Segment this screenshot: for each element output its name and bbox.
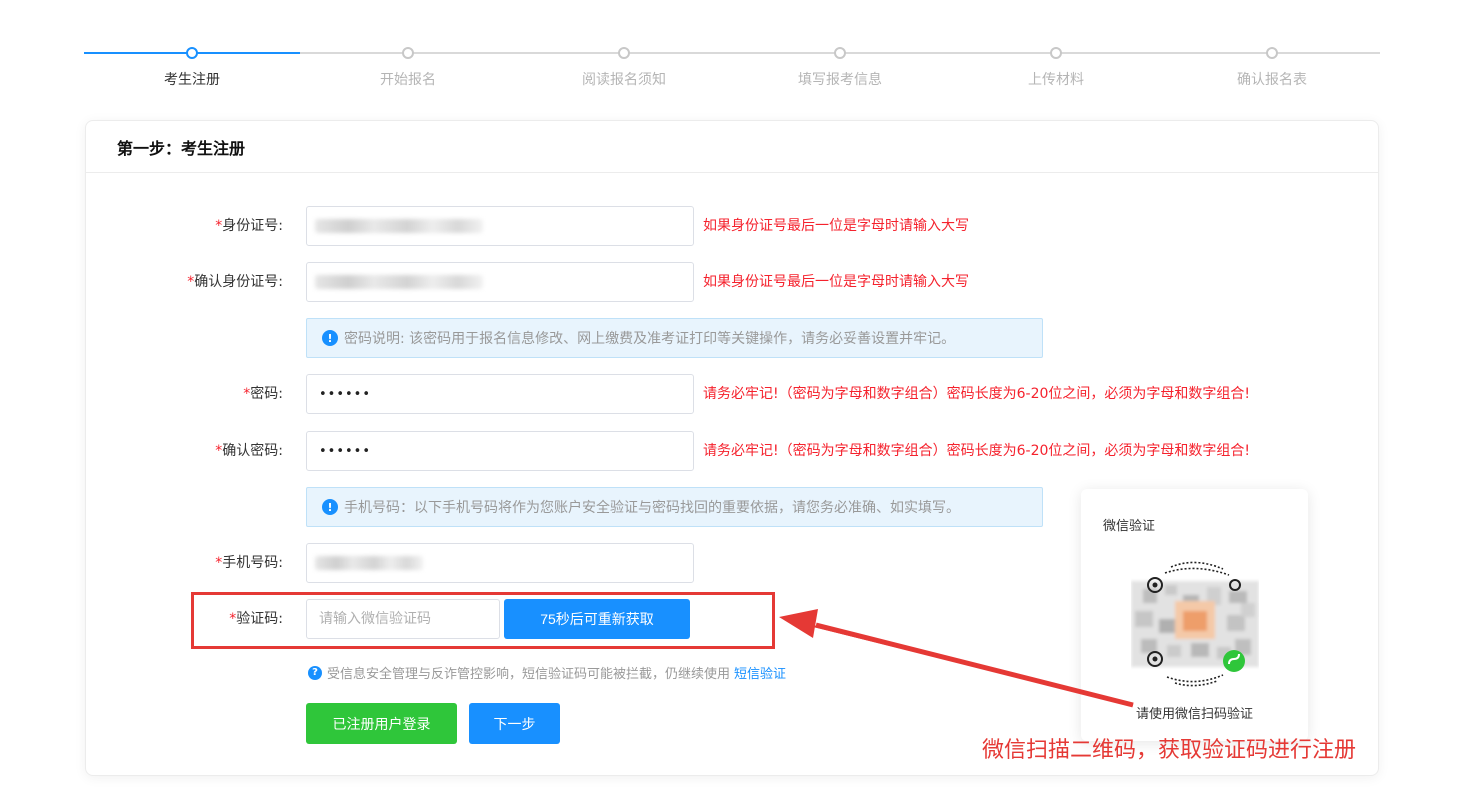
password-label: *密码: <box>243 374 283 414</box>
wechat-verify-panel: 微信验证 请使用微信扫码验证 <box>1081 489 1308 741</box>
phone-label: *手机号码: <box>215 543 283 583</box>
step-start: 开始报名 <box>300 40 516 89</box>
step-label: 上传材料 <box>1028 72 1084 88</box>
id-input[interactable] <box>306 206 694 246</box>
password-input[interactable]: •••••• <box>306 374 694 414</box>
step-dot <box>402 47 414 59</box>
sms-tip-text: 受信息安全管理与反诈管控影响，短信验证码可能被拦截，仍继续使用 <box>327 667 731 682</box>
blurred-value <box>315 219 483 233</box>
confirm-id-input[interactable] <box>306 262 694 302</box>
step-upload: 上传材料 <box>948 40 1164 89</box>
id-label-text: 身份证号: <box>222 218 283 234</box>
next-step-button[interactable]: 下一步 <box>469 703 560 744</box>
step-dot <box>186 47 198 59</box>
wechat-qr-code[interactable] <box>1131 559 1259 687</box>
card-header: 第一步：考生注册 <box>86 121 1378 173</box>
password-hint: 请务必牢记!（密码为字母和数字组合）密码长度为6-20位之间，必须为字母和数字组… <box>703 386 1250 402</box>
step-confirm: 确认报名表 <box>1164 40 1380 89</box>
confirm-id-hint: 如果身份证号最后一位是字母时请输入大写 <box>703 274 969 290</box>
sms-verify-link[interactable]: 短信验证 <box>734 663 786 682</box>
info-icon: ! <box>322 330 338 346</box>
step-dot <box>1266 47 1278 59</box>
confirm-password-hint: 请务必牢记!（密码为字母和数字组合）密码长度为6-20位之间，必须为字母和数字组… <box>703 443 1250 459</box>
confirm-id-label-text: 确认身份证号: <box>194 274 283 290</box>
step-register: 考生注册 <box>84 40 300 89</box>
confirm-password-label-text: 确认密码: <box>222 443 283 459</box>
password-row: *密码: •••••• 请务必牢记!（密码为字母和数字组合）密码长度为6-20位… <box>86 374 1380 414</box>
password-value: •••••• <box>319 387 372 402</box>
step-dot <box>618 47 630 59</box>
card-title: 第一步：考生注册 <box>117 138 246 158</box>
step-label: 阅读报名须知 <box>582 72 666 88</box>
step-label: 开始报名 <box>380 72 436 88</box>
step-dot <box>1050 47 1062 59</box>
password-note-text: 密码说明: 该密码用于报名信息修改、网上缴费及准考证打印等关键操作，请务必妥善设… <box>344 331 956 347</box>
highlight-box <box>191 592 775 649</box>
confirm-password-label: *确认密码: <box>215 431 283 471</box>
step-label: 确认报名表 <box>1237 72 1307 88</box>
blurred-value <box>315 275 483 289</box>
confirm-password-row: *确认密码: •••••• 请务必牢记!（密码为字母和数字组合）密码长度为6-2… <box>86 431 1380 471</box>
step-fill-info: 填写报考信息 <box>732 40 948 89</box>
id-hint: 如果身份证号最后一位是字母时请输入大写 <box>703 218 969 234</box>
annotation-text: 微信扫描二维码，获取验证码进行注册 <box>982 738 1357 763</box>
password-label-text: 密码: <box>250 386 283 402</box>
phone-label-text: 手机号码: <box>222 555 283 571</box>
id-label: *身份证号: <box>215 206 283 246</box>
step-read-notice: 阅读报名须知 <box>516 40 732 89</box>
info-icon: ! <box>322 499 338 515</box>
confirm-password-value: •••••• <box>319 444 372 459</box>
step-label: 考生注册 <box>164 72 220 88</box>
sms-tip: ? 受信息安全管理与反诈管控影响，短信验证码可能被拦截，仍继续使用 短信验证 <box>308 663 786 682</box>
phone-input[interactable] <box>306 543 694 583</box>
id-row: *身份证号: 如果身份证号最后一位是字母时请输入大写 <box>86 206 1380 246</box>
step-label: 填写报考信息 <box>798 72 882 88</box>
confirm-id-row: *确认身份证号: 如果身份证号最后一位是字母时请输入大写 <box>86 262 1380 302</box>
password-note: ! 密码说明: 该密码用于报名信息修改、网上缴费及准考证打印等关键操作，请务必妥… <box>306 318 1043 358</box>
question-icon: ? <box>308 665 322 680</box>
phone-note-text: 手机号码：以下手机号码将作为您账户安全验证与密码找回的重要依据，请您务必准确、如… <box>344 500 960 516</box>
blurred-value <box>315 556 423 570</box>
confirm-id-label: *确认身份证号: <box>187 262 283 302</box>
step-dot <box>834 47 846 59</box>
confirm-password-input[interactable]: •••••• <box>306 431 694 471</box>
registered-login-button[interactable]: 已注册用户登录 <box>306 703 457 744</box>
step-progress: 考生注册 开始报名 阅读报名须知 填写报考信息 上传材料 确认报名表 <box>84 40 1380 100</box>
wechat-caption: 请使用微信扫码验证 <box>1135 707 1253 722</box>
wechat-title: 微信验证 <box>1103 519 1156 534</box>
phone-note: ! 手机号码：以下手机号码将作为您账户安全验证与密码找回的重要依据，请您务必准确… <box>306 487 1043 527</box>
